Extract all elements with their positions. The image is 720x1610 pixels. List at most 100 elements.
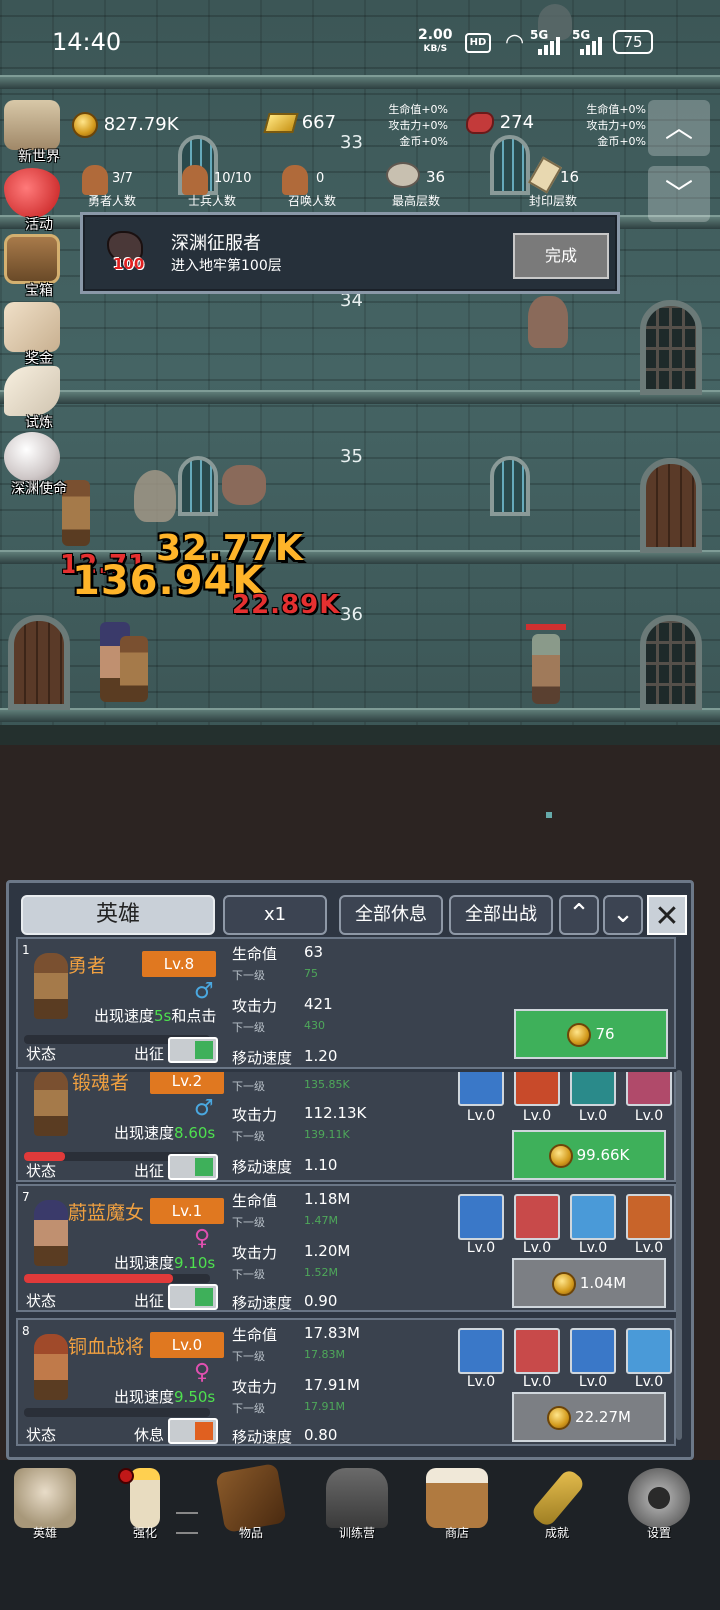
summon-face-icon [282, 165, 308, 195]
net-speed-unit: KB/S [423, 44, 448, 54]
side-menu-new-world[interactable]: 新世界 [4, 100, 68, 165]
deploy-toggle[interactable] [168, 1284, 218, 1310]
upgrade-button[interactable]: 1.04M [512, 1258, 666, 1308]
tab-heroes[interactable]: 英雄 [21, 895, 215, 935]
male-icon: ♂ [194, 1096, 214, 1121]
move-speed-value: 0.90 [304, 1292, 338, 1310]
chevron-down-icon: ⌄ [612, 899, 634, 929]
ghost-monster-sprite [134, 470, 176, 522]
skill-boot-icon[interactable] [570, 1328, 616, 1374]
skill-sword-icon[interactable] [626, 1194, 672, 1240]
side-menu-trial[interactable]: 试炼 [4, 366, 68, 431]
nav-enhance[interactable]: 强化 [100, 1460, 190, 1550]
buff-hp: 生命值+0% [388, 103, 448, 116]
nav-shop[interactable]: 商店 [412, 1460, 502, 1550]
side-menu-bonus[interactable]: 奖金 [4, 302, 68, 367]
skill-axe-icon[interactable] [514, 1072, 560, 1106]
nav-items[interactable]: 物品 [206, 1460, 296, 1550]
coin-icon [72, 112, 98, 138]
atk-next-value: 1.52M [304, 1266, 338, 1279]
side-menu-chest[interactable]: 宝箱 [4, 234, 68, 299]
atk-label: 攻击力 [232, 997, 278, 1015]
bottom-nav: 英雄 强化 物品 训练营 商店 成就 设置 [0, 1460, 720, 1610]
envelope-icon [4, 302, 60, 352]
complete-button[interactable]: 完成 [513, 233, 609, 279]
achievement-desc: 进入地牢第100层 [171, 258, 282, 274]
nav-settings[interactable]: 设置 [614, 1460, 704, 1550]
side-menu-label: 宝箱 [25, 283, 53, 299]
deploy-all-button[interactable]: 全部出战 [449, 895, 553, 935]
atk-next-value: 430 [304, 1019, 325, 1032]
coin-icon [551, 1271, 576, 1296]
buff-list-right: 生命值+0% 攻击力+0% 金币+0% [572, 102, 646, 150]
side-menu-abyss-mission[interactable]: 深渊使命 [4, 432, 68, 497]
nav-label: 训练营 [338, 1526, 375, 1540]
skill-boot-icon[interactable] [626, 1072, 672, 1106]
count-label: 召唤人数 [287, 194, 336, 208]
clock: 14:40 [52, 28, 122, 56]
upgrade-button[interactable]: 76 [514, 1009, 668, 1059]
hero-card[interactable]: 7 蔚蓝魔女 Lv.1 ♀ 出现速度9.10s 状态 出征 生命值 1.18M … [16, 1184, 676, 1312]
skill-shield-icon[interactable] [458, 1194, 504, 1240]
rest-toggle[interactable] [168, 1418, 218, 1444]
atk-next-value: 139.11K [304, 1128, 350, 1141]
menu-icon[interactable] [176, 1512, 198, 1534]
deploy-mode-label: 休息 [134, 1426, 165, 1444]
scroll-up-button[interactable]: ︿ [648, 100, 710, 156]
skill-heart-icon[interactable] [626, 1328, 672, 1374]
upgrade-button[interactable]: 22.27M [512, 1392, 666, 1442]
chevron-down-icon: ﹀ [664, 177, 693, 210]
soldier-count: 10/10 士兵人数 [162, 165, 252, 210]
sort-up-button[interactable]: ⌃ [559, 895, 599, 935]
rest-all-button[interactable]: 全部休息 [339, 895, 443, 935]
upgrade-cost: 99.66K [576, 1146, 630, 1164]
scroll-down-button[interactable]: ﹀ [648, 166, 710, 222]
skill-blade-icon[interactable] [514, 1328, 560, 1374]
count-value: 16 [560, 168, 580, 186]
hero-name: 锻魂者 [72, 1072, 130, 1094]
deploy-toggle[interactable] [168, 1154, 218, 1180]
skill-wings-icon[interactable] [570, 1194, 616, 1240]
net-speed-value: 2.00 [418, 27, 453, 43]
skill-level: Lv.0 [634, 1108, 664, 1124]
damage-text: 22.89K [232, 590, 341, 620]
hero-portrait [34, 1072, 68, 1136]
nav-achievements[interactable]: 成就 [512, 1460, 602, 1550]
count-value: 0 [316, 171, 325, 186]
multiplier-button[interactable]: x1 [223, 895, 327, 935]
buff-list-left: 生命值+0% 攻击力+0% 金币+0% [376, 102, 448, 150]
skill-blood-shield-icon[interactable] [458, 1328, 504, 1374]
hero-card[interactable]: 锻魂者 Lv.2 ♂ 出现速度8.60s 状态 出征 下一级 135.85K 攻… [16, 1072, 676, 1182]
hero-level-badge: Lv.2 [150, 1072, 224, 1094]
skill-armor-icon[interactable] [458, 1072, 504, 1106]
deploy-mode-label: 出征 [134, 1045, 165, 1063]
count-value: 10/10 [214, 171, 252, 186]
hero-card[interactable]: 1 勇者 Lv.8 ♂ 出现速度5s和点击 状态 出征 生命值 63 下一级 7… [16, 937, 676, 1069]
lantern-icon [326, 1468, 388, 1528]
skull-icon [14, 1468, 76, 1528]
hero-index: 7 [22, 1190, 30, 1204]
buff-atk: 攻击力+0% [388, 119, 448, 132]
side-menu-label: 奖金 [25, 351, 53, 367]
atk-next-value: 17.91M [304, 1400, 345, 1413]
skill-spear-icon[interactable] [514, 1194, 560, 1240]
hero-card[interactable]: 8 铜血战将 Lv.0 ♀ 出现速度9.50s 状态 休息 生命值 17.83M… [16, 1318, 676, 1446]
hp-next-value: 17.83M [304, 1348, 345, 1361]
close-icon[interactable]: ✕ [647, 895, 687, 935]
deploy-toggle[interactable] [168, 1037, 218, 1063]
side-menu-event[interactable]: 活动 [4, 168, 68, 233]
upgrade-button[interactable]: 99.66K [512, 1130, 666, 1180]
atk-value: 421 [304, 995, 333, 1013]
nav-training[interactable]: 训练营 [312, 1460, 402, 1550]
panel-scrollbar[interactable] [676, 1070, 682, 1440]
hero-index: 1 [22, 943, 30, 957]
dungeon-window [178, 456, 218, 516]
hd-icon: HD [465, 33, 491, 53]
move-speed-value: 0.80 [304, 1426, 338, 1444]
skill-hammer-icon[interactable] [570, 1072, 616, 1106]
hp-label: 生命值 [232, 1192, 278, 1210]
sort-down-button[interactable]: ⌄ [603, 895, 643, 935]
seal-floor-count: 16 封印层数 [508, 156, 598, 210]
next-level-label: 下一级 [232, 969, 265, 982]
nav-heroes[interactable]: 英雄 [0, 1460, 90, 1550]
